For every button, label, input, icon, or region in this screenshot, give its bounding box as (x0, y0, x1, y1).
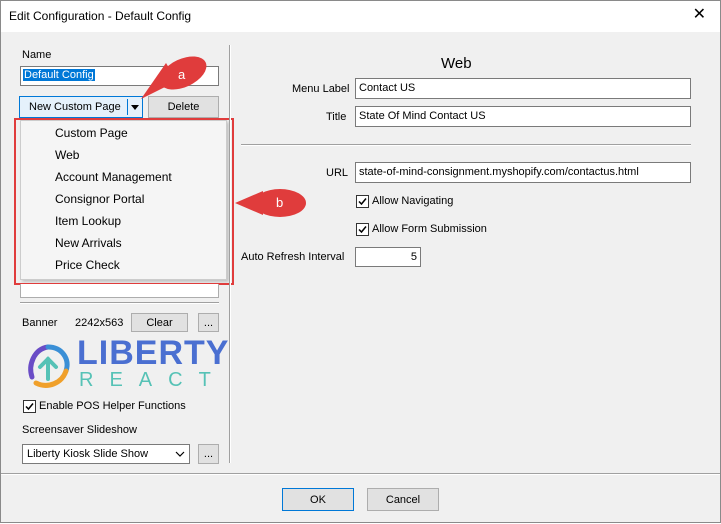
checkmark-icon (25, 403, 34, 411)
menu-label-label: Menu Label (292, 83, 350, 95)
screensaver-select[interactable]: Liberty Kiosk Slide Show (22, 444, 190, 464)
section-title: Web (441, 55, 472, 72)
dropdown-item-account-management[interactable]: Account Management (55, 170, 172, 184)
pos-helper-label: Enable POS Helper Functions (39, 400, 186, 412)
right-divider (241, 144, 691, 146)
screensaver-value: Liberty Kiosk Slide Show (27, 448, 149, 460)
ok-button[interactable]: OK (282, 488, 354, 511)
dropdown-item-consignor-portal[interactable]: Consignor Portal (55, 192, 144, 206)
pos-helper-checkbox[interactable] (23, 400, 36, 413)
allow-navigating-checkbox[interactable] (356, 195, 369, 208)
browse-banner-button[interactable]: ... (198, 313, 219, 332)
delete-button[interactable]: Delete (148, 96, 219, 118)
browse-screensaver-button[interactable]: ... (198, 444, 219, 464)
dropdown-item-custom-page[interactable]: Custom Page (55, 126, 128, 140)
name-label: Name (22, 49, 52, 61)
custom-page-dropdown: Custom Page Web Account Management Consi… (20, 120, 227, 280)
checkmark-icon (358, 198, 367, 206)
chevron-down-icon[interactable] (131, 105, 139, 110)
callout-b-label: b (276, 195, 284, 210)
allow-form-submission-label: Allow Form Submission (372, 223, 487, 235)
close-icon[interactable]: ✕ (693, 7, 706, 23)
logo-liberty-text: LIBERTY (77, 334, 230, 372)
screensaver-label: Screensaver Slideshow (22, 424, 137, 436)
logo-react-text: REACT (79, 369, 227, 391)
title-input[interactable]: State Of Mind Contact US (355, 106, 691, 127)
cancel-button[interactable]: Cancel (367, 488, 439, 511)
chevron-down-icon (175, 451, 185, 457)
dropdown-item-price-check[interactable]: Price Check (55, 258, 120, 272)
split-separator (127, 99, 128, 115)
new-custom-page-label: New Custom Page (29, 101, 121, 113)
url-input[interactable]: state-of-mind-consignment.myshopify.com/… (355, 162, 691, 183)
name-input-value: Default Config (23, 69, 95, 81)
dropdown-item-new-arrivals[interactable]: New Arrivals (55, 236, 122, 250)
callout-b-icon (235, 189, 306, 217)
auto-refresh-label: Auto Refresh Interval (241, 251, 345, 263)
url-label: URL (326, 167, 349, 179)
banner-label: Banner (22, 317, 58, 329)
footer-divider (1, 473, 720, 475)
allow-form-submission-checkbox[interactable] (356, 223, 369, 236)
callout-a-label: a (178, 67, 186, 82)
menu-label-input[interactable]: Contact US (355, 78, 691, 99)
dropdown-item-item-lookup[interactable]: Item Lookup (55, 214, 121, 228)
window-title: Edit Configuration - Default Config (9, 9, 192, 23)
name-input[interactable]: Default Config (20, 66, 219, 86)
checkmark-icon (358, 226, 367, 234)
page-list-box[interactable] (20, 284, 219, 298)
title-label: Title (326, 111, 347, 123)
title-bar: Edit Configuration - Default Config ✕ (1, 1, 720, 32)
dropdown-item-web[interactable]: Web (55, 148, 79, 162)
new-custom-page-button[interactable]: New Custom Page (19, 96, 143, 118)
allow-navigating-label: Allow Navigating (372, 195, 454, 207)
clear-banner-button[interactable]: Clear (131, 313, 188, 332)
auto-refresh-input[interactable]: 5 (355, 247, 421, 267)
banner-size: 2242x563 (75, 317, 124, 329)
liberty-react-logo-icon (28, 344, 70, 388)
edit-configuration-window: Edit Configuration - Default Config ✕ Na… (0, 0, 721, 523)
left-divider (20, 302, 219, 304)
panel-divider (229, 45, 231, 463)
